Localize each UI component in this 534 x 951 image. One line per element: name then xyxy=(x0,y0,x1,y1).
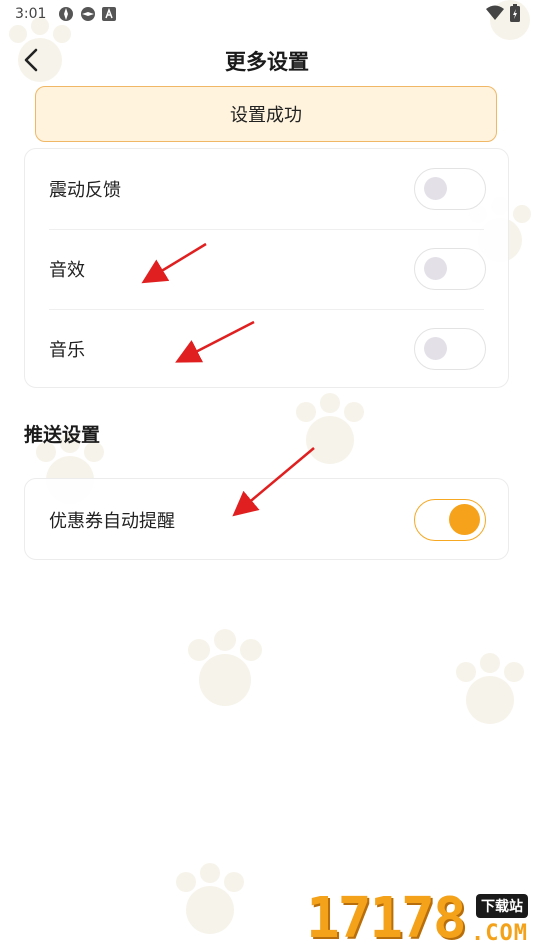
toast-message: 设置成功 xyxy=(35,86,497,142)
setting-row-sound-effect: 音效 xyxy=(25,229,508,309)
coupon-reminder-toggle[interactable] xyxy=(414,499,486,541)
setting-row-coupon-reminder: 优惠券自动提醒 xyxy=(25,479,508,561)
a-notification-icon xyxy=(102,7,117,21)
watermark-number: 17178 xyxy=(306,886,467,951)
setting-row-vibration: 震动反馈 xyxy=(25,149,508,229)
toggle-knob xyxy=(449,504,480,535)
setting-label: 音乐 xyxy=(49,340,85,361)
status-bar: 3:01 xyxy=(0,0,534,28)
vibration-toggle[interactable] xyxy=(414,168,486,210)
app-notification-icon xyxy=(59,7,74,21)
wifi-icon xyxy=(486,5,504,20)
section-title-push: 推送设置 xyxy=(24,424,101,446)
watermark-badge: 下载站 xyxy=(476,894,528,918)
toggle-knob xyxy=(424,257,447,280)
setting-label: 音效 xyxy=(49,260,85,281)
paw-pattern-background xyxy=(9,0,531,934)
sound-effect-toggle[interactable] xyxy=(414,248,486,290)
app-notification-icon xyxy=(81,7,96,21)
toggle-knob xyxy=(424,177,447,200)
setting-label: 震动反馈 xyxy=(49,180,121,201)
header: 更多设置 xyxy=(0,38,534,82)
annotation-arrows xyxy=(141,242,315,517)
watermark-domain: .COM xyxy=(471,921,528,946)
toast-text: 设置成功 xyxy=(230,105,302,126)
toggle-knob xyxy=(424,337,447,360)
push-settings-card: 优惠券自动提醒 xyxy=(24,478,509,560)
sound-settings-card: 震动反馈 音效 音乐 xyxy=(24,148,509,388)
setting-label: 优惠券自动提醒 xyxy=(49,511,175,532)
watermark-logo: 17178 下载站 .COM xyxy=(306,888,534,950)
page-title: 更多设置 xyxy=(225,50,309,74)
music-toggle[interactable] xyxy=(414,328,486,370)
status-time: 3:01 xyxy=(15,6,47,22)
setting-row-music: 音乐 xyxy=(25,309,508,389)
battery-icon xyxy=(510,4,520,22)
